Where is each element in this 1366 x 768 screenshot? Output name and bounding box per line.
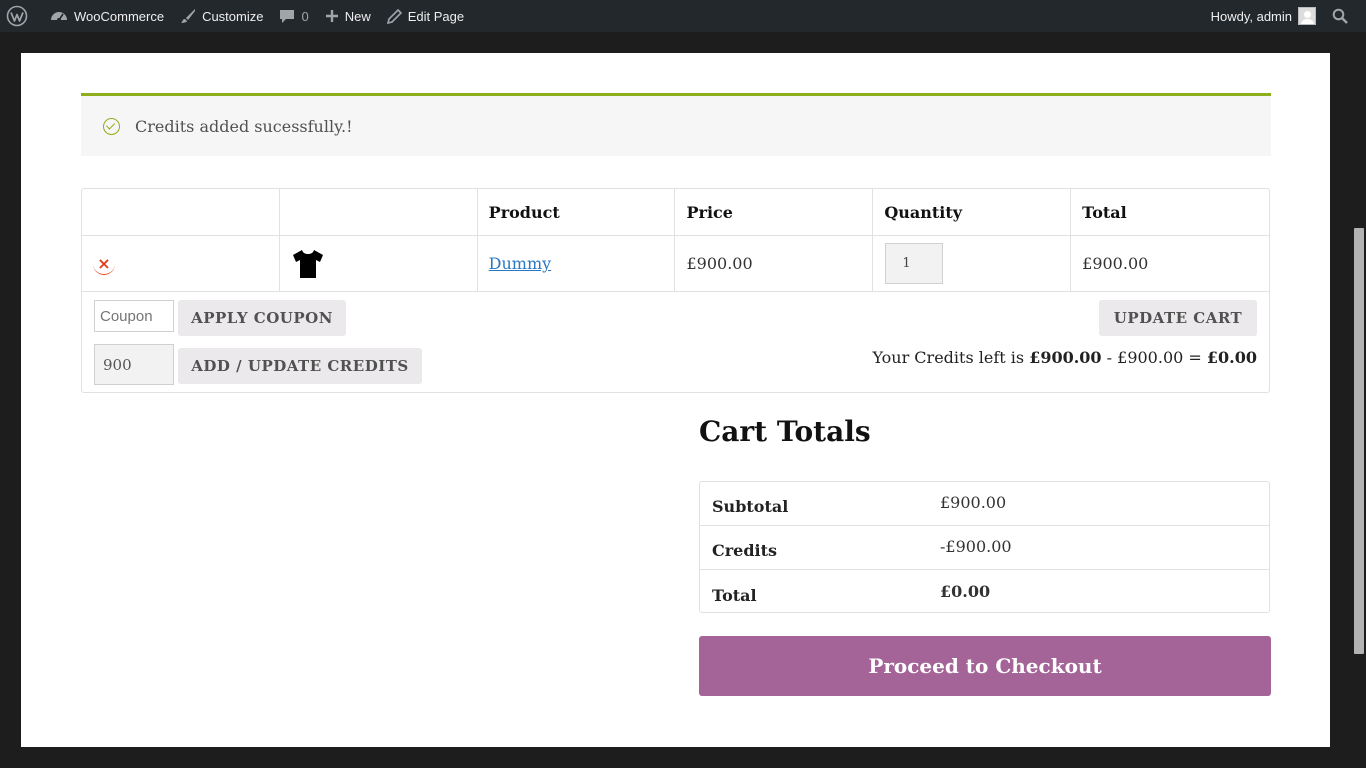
table-row: × Dummy £900.00 £900.00 bbox=[82, 236, 1269, 292]
wordpress-menu[interactable] bbox=[0, 0, 42, 32]
table-row: Subtotal £900.00 bbox=[700, 482, 1269, 526]
tshirt-icon[interactable] bbox=[291, 249, 325, 279]
dashboard-icon bbox=[51, 12, 67, 22]
header-total: Total bbox=[1082, 202, 1127, 222]
woocommerce-label: WooCommerce bbox=[74, 8, 165, 24]
customize-label: Customize bbox=[202, 8, 264, 24]
cart-actions: APPLY COUPON ADD / UPDATE CREDITS UPDATE… bbox=[82, 293, 1269, 393]
new-content-menu[interactable]: New bbox=[317, 0, 379, 32]
comment-icon bbox=[280, 10, 295, 23]
credits-value: -£900.00 bbox=[940, 537, 1012, 556]
cart-totals-table: Subtotal £900.00 Credits -£900.00 Total … bbox=[699, 481, 1270, 613]
total-value: £0.00 bbox=[940, 581, 991, 601]
remove-icon[interactable]: × bbox=[93, 253, 115, 275]
credits-summary: Your Credits left is £900.00 - £900.00 =… bbox=[872, 348, 1257, 367]
search-button[interactable] bbox=[1324, 0, 1366, 32]
comments-count: 0 bbox=[301, 8, 309, 24]
new-label: New bbox=[344, 8, 371, 24]
proceed-to-checkout-button[interactable]: Proceed to Checkout bbox=[699, 636, 1271, 696]
cart-table: Product Price Quantity Total × Dummy £90… bbox=[81, 188, 1270, 393]
coupon-input[interactable] bbox=[94, 300, 174, 332]
cart-table-header: Product Price Quantity Total bbox=[82, 189, 1269, 236]
credits-input[interactable] bbox=[94, 344, 174, 385]
item-total: £900.00 bbox=[1082, 254, 1149, 273]
cart-totals-title: Cart Totals bbox=[699, 415, 871, 448]
notice-message: Credits added sucessfully.! bbox=[135, 116, 353, 136]
customize-menu[interactable]: Customize bbox=[172, 0, 271, 32]
total-label: Total bbox=[712, 585, 757, 605]
account-menu[interactable]: Howdy, admin bbox=[1203, 0, 1324, 32]
credits-used: £900.00 bbox=[1117, 348, 1184, 367]
header-price: Price bbox=[675, 189, 874, 235]
woocommerce-menu[interactable]: WooCommerce bbox=[42, 0, 172, 32]
header-thumbnail bbox=[280, 189, 478, 235]
admin-bar: WooCommerce Customize 0 New Edit Page Ho… bbox=[0, 0, 1366, 32]
brush-icon bbox=[181, 9, 196, 23]
add-update-credits-button[interactable]: ADD / UPDATE CREDITS bbox=[178, 348, 422, 384]
credits-available: £900.00 bbox=[1029, 348, 1102, 367]
table-row: Total £0.00 bbox=[700, 570, 1269, 614]
greeting: Howdy, admin bbox=[1210, 8, 1292, 24]
wordpress-logo-icon bbox=[6, 5, 28, 27]
search-icon bbox=[1332, 8, 1348, 24]
check-circle-icon bbox=[103, 117, 120, 135]
credits-remaining: £0.00 bbox=[1206, 348, 1257, 367]
header-product: Product bbox=[478, 189, 676, 235]
subtotal-value: £900.00 bbox=[940, 493, 1007, 512]
update-cart-button[interactable]: UPDATE CART bbox=[1099, 300, 1257, 336]
header-remove bbox=[82, 189, 280, 235]
avatar bbox=[1298, 7, 1316, 25]
table-row: Credits -£900.00 bbox=[700, 526, 1269, 570]
page-scrollbar[interactable] bbox=[1350, 32, 1366, 768]
pencil-icon bbox=[386, 8, 402, 24]
apply-coupon-button[interactable]: APPLY COUPON bbox=[178, 300, 346, 336]
edit-page-label: Edit Page bbox=[407, 8, 465, 24]
item-price: £900.00 bbox=[675, 236, 874, 291]
success-notice: Credits added sucessfully.! bbox=[81, 93, 1271, 156]
plus-icon bbox=[325, 10, 338, 22]
product-link[interactable]: Dummy bbox=[489, 254, 552, 273]
edit-page-menu[interactable]: Edit Page bbox=[379, 0, 472, 32]
scrollbar-thumb[interactable] bbox=[1354, 228, 1364, 654]
quantity-input[interactable] bbox=[885, 243, 944, 284]
comments-menu[interactable]: 0 bbox=[271, 0, 316, 32]
page-content: Credits added sucessfully.! Product Pric… bbox=[21, 53, 1330, 747]
header-quantity: Quantity bbox=[873, 189, 1072, 235]
subtotal-label: Subtotal bbox=[712, 497, 789, 516]
credits-label: Credits bbox=[712, 541, 778, 560]
